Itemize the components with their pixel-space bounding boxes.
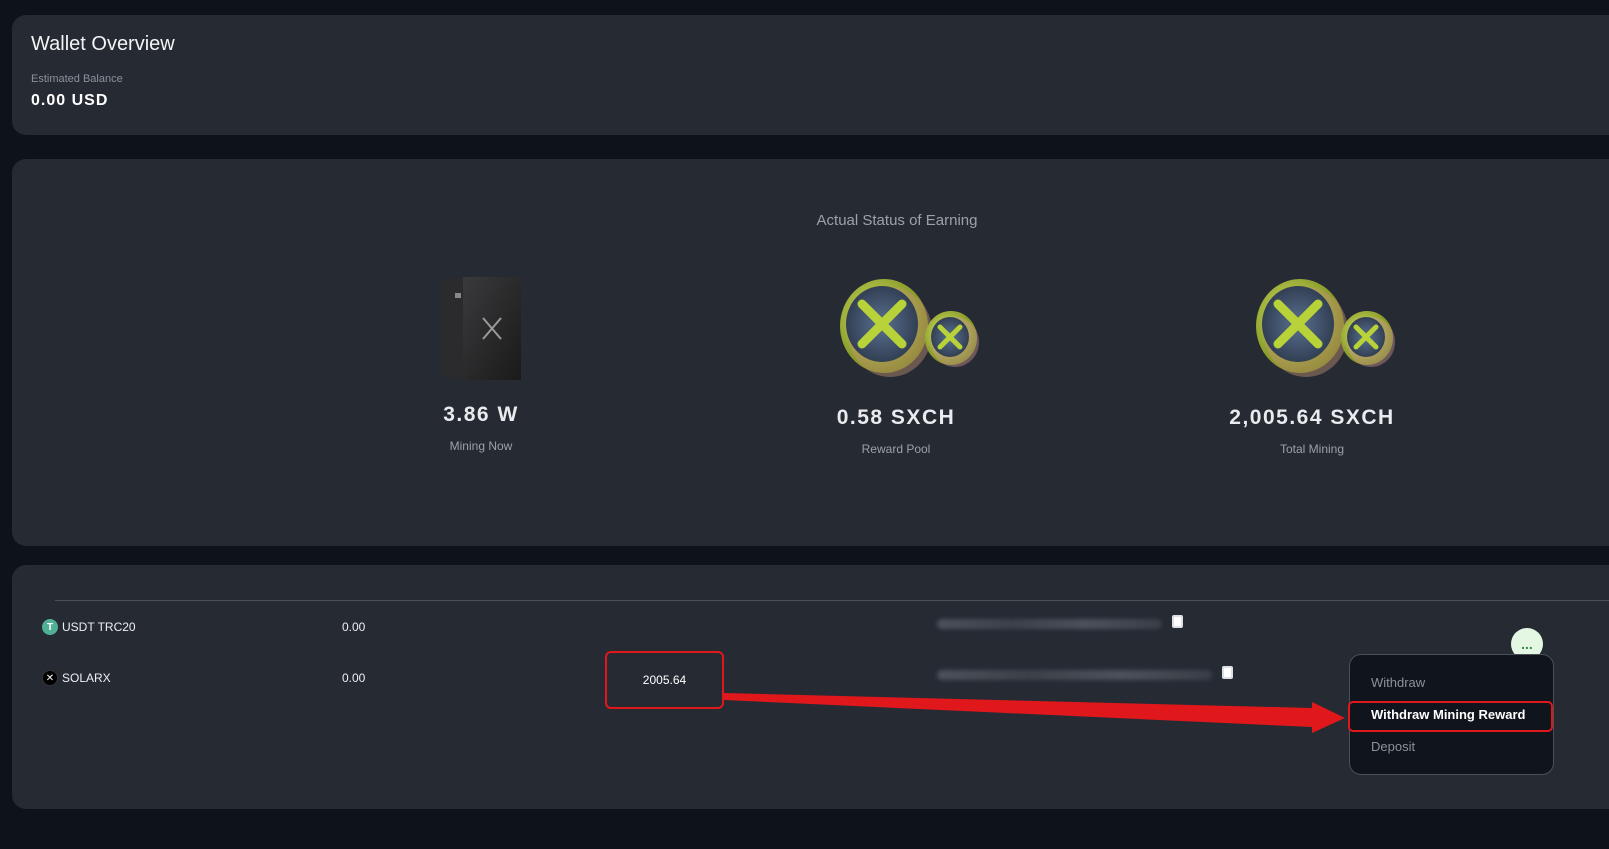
stat-total-mining: 2,005.64 SXCH Total Mining [1182,406,1442,456]
mining-now-label: Mining Now [449,439,513,453]
copy-icon[interactable] [1222,666,1233,679]
asset-balance: 0.00 [342,671,366,685]
wallet-overview-card: Wallet Overview Estimated Balance 0.00 U… [12,15,1609,135]
page-title: Wallet Overview [31,33,175,55]
coins-icon [1256,279,1395,377]
actions-dropdown-menu: Withdraw Withdraw Mining Reward Deposit [1348,654,1554,775]
asset-cell: ✕ SOLARX [42,670,111,686]
earning-status-card: Actual Status of Earning 3.86 W Mining N… [12,159,1609,546]
total-mining-label: Total Mining [1279,442,1345,456]
estimated-balance-value: 0.00 USD [31,92,109,109]
wallet-address-blurred [937,670,1212,680]
miner-device-icon [441,277,521,380]
menu-item-withdraw-mining-reward[interactable]: Withdraw Mining Reward [1371,707,1525,722]
asset-balance: 0.00 [342,620,366,634]
earning-status-heading: Actual Status of Earning [816,212,978,229]
asset-cell: T USDT TRC20 [42,619,136,635]
total-mining-value: 2,005.64 SXCH [1229,406,1395,429]
wallet-address-blurred [937,619,1162,629]
mining-reward-value: 2005.64 [642,673,687,687]
mining-now-value: 3.86 W [443,403,519,426]
tether-icon: T [42,619,58,635]
asset-name: SOLARX [62,671,111,685]
copy-icon[interactable] [1172,615,1183,628]
menu-item-withdraw[interactable]: Withdraw [1371,675,1425,690]
stat-reward-pool: 0.58 SXCH Reward Pool [766,406,1026,456]
solarx-icon: ✕ [42,670,58,686]
mining-reward-highlight: 2005.64 [605,651,724,709]
table-row: T USDT TRC20 0.00 [12,612,1609,642]
reward-pool-label: Reward Pool [861,442,931,456]
table-divider [55,600,1609,601]
asset-name: USDT TRC20 [62,620,136,634]
stat-mining-now: 3.86 W Mining Now [351,403,611,453]
menu-item-deposit[interactable]: Deposit [1371,739,1415,754]
coins-icon [840,279,979,377]
reward-pool-value: 0.58 SXCH [836,406,956,429]
estimated-balance-label: Estimated Balance [31,73,123,85]
